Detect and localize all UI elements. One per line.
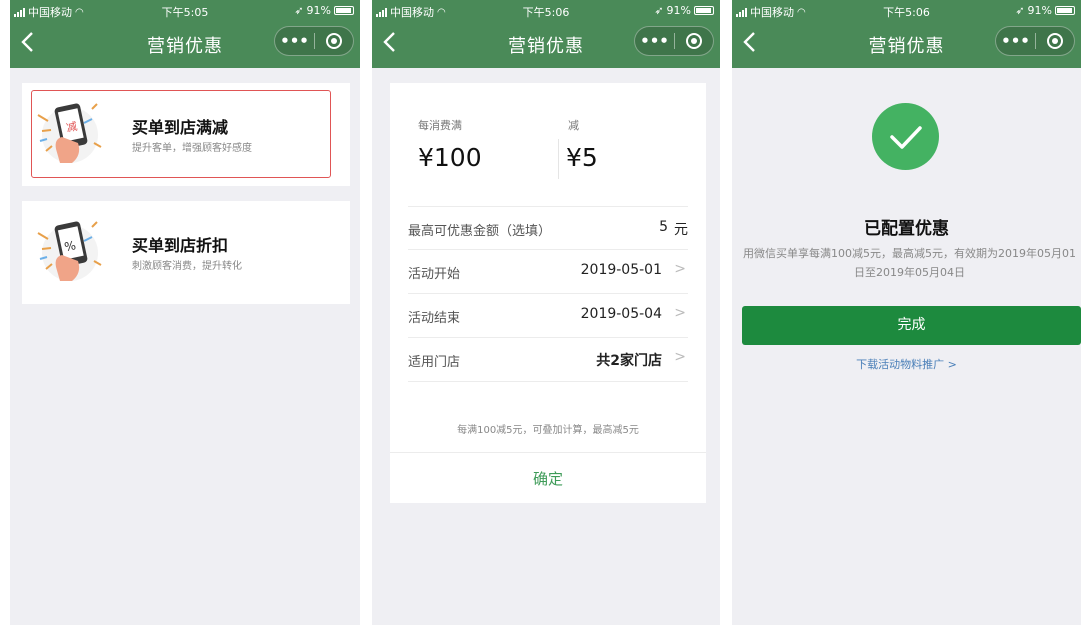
close-button[interactable] <box>675 33 713 49</box>
stores-value: 共2家门店 <box>596 353 662 369</box>
card-subtitle: 刺激顾客消费，提升转化 <box>132 261 242 272</box>
more-button[interactable]: ••• <box>635 27 674 55</box>
result-title: 已配置优惠 <box>864 219 949 239</box>
nav-bar: 营销优惠 ••• <box>372 22 720 68</box>
offer-summary: 每满100减5元，可叠加计算，最高减5元 <box>457 425 639 436</box>
checkmark-icon <box>890 126 922 149</box>
battery-icon <box>694 6 714 15</box>
battery-percent: 91% <box>666 4 691 17</box>
header: 中国移动 ◠ 下午5:06 ➶ 91% 营销优惠 ••• <box>372 0 720 68</box>
battery-icon <box>334 6 354 15</box>
card-title: 买单到店折扣 <box>132 236 229 255</box>
download-materials-link[interactable]: 下载活动物料推广 > <box>732 356 1081 372</box>
status-bar: 中国移动 ◠ 下午5:06 ➶ 91% <box>732 0 1081 22</box>
location-icon: ➶ <box>1015 4 1025 17</box>
close-button[interactable] <box>315 33 353 49</box>
record-icon <box>325 33 342 49</box>
row-label: 活动开始 <box>408 267 461 282</box>
phone-percent-icon: % <box>37 221 102 281</box>
screen-offer-configured: 中国移动 ◠ 下午5:06 ➶ 91% 营销优惠 ••• 已配置优惠 用微信买单… <box>732 0 1081 625</box>
battery-icon <box>1055 6 1075 15</box>
close-button[interactable] <box>1036 33 1074 49</box>
screen-configure-offer: 中国移动 ◠ 下午5:06 ➶ 91% 营销优惠 ••• 每消费满 ¥100 减… <box>372 0 720 625</box>
mini-program-capsule: ••• <box>634 26 714 56</box>
card-title: 买单到店满减 <box>132 118 229 137</box>
location-icon: ➶ <box>294 4 304 17</box>
more-button[interactable]: ••• <box>275 27 314 55</box>
row-label: 最高可优惠金额（选填） <box>408 224 552 239</box>
status-bar: 中国移动 ◠ 下午5:05 ➶ 91% <box>10 0 360 22</box>
activity-card-full-reduction[interactable]: 减 买单到店满减 提升客单，增强顾客好感度 <box>22 83 350 186</box>
row-label: 活动结束 <box>408 311 461 326</box>
status-bar: 中国移动 ◠ 下午5:06 ➶ 91% <box>372 0 720 22</box>
record-icon <box>685 33 702 49</box>
max-discount-input[interactable]: 5 <box>659 219 668 235</box>
end-date-row[interactable]: 活动结束 2019-05-04 > <box>408 294 688 338</box>
offer-form: 每消费满 ¥100 减 ¥5 最高可优惠金额（选填） 5 元 活动开始 2019… <box>390 83 706 503</box>
done-button[interactable]: 完成 <box>742 306 1081 345</box>
row-label: 适用门店 <box>408 355 461 370</box>
phone-discount-icon: 减 <box>37 103 102 163</box>
success-icon <box>872 103 939 170</box>
threshold-input[interactable]: ¥100 <box>418 143 482 172</box>
start-date-value: 2019-05-01 <box>580 262 662 278</box>
stores-row[interactable]: 适用门店 共2家门店 > <box>408 338 688 382</box>
battery-percent: 91% <box>1027 4 1052 17</box>
reduce-input[interactable]: ¥5 <box>566 143 598 172</box>
threshold-label: 每消费满 <box>418 119 462 132</box>
mini-program-capsule: ••• <box>274 26 354 56</box>
header: 中国移动 ◠ 下午5:05 ➶ 91% 营销优惠 ••• <box>10 0 360 68</box>
chevron-right-icon: > <box>674 349 686 365</box>
record-icon <box>1046 33 1063 49</box>
activity-card-discount[interactable]: % 买单到店折扣 刺激顾客消费，提升转化 <box>22 201 350 304</box>
header: 中国移动 ◠ 下午5:06 ➶ 91% 营销优惠 ••• <box>732 0 1081 68</box>
location-icon: ➶ <box>654 4 664 17</box>
card-subtitle: 提升客单，增强顾客好感度 <box>132 143 252 154</box>
end-date-value: 2019-05-04 <box>580 306 662 322</box>
start-date-row[interactable]: 活动开始 2019-05-01 > <box>408 250 688 294</box>
unit-label: 元 <box>674 222 688 238</box>
result-description: 用微信买单享每满100减5元，最高减5元，有效期为2019年05月01日至201… <box>743 247 1076 279</box>
chevron-right-icon: > <box>674 305 686 321</box>
screen-activity-type: 中国移动 ◠ 下午5:05 ➶ 91% 营销优惠 ••• 减 买单到店满减 提升… <box>10 0 360 625</box>
battery-percent: 91% <box>306 4 331 17</box>
nav-bar: 营销优惠 ••• <box>732 22 1081 68</box>
reduce-label: 减 <box>568 119 579 132</box>
confirm-button[interactable]: 确定 <box>390 468 706 489</box>
chevron-right-icon: > <box>674 261 686 277</box>
max-discount-row[interactable]: 最高可优惠金额（选填） 5 元 <box>408 206 688 250</box>
mini-program-capsule: ••• <box>995 26 1075 56</box>
more-button[interactable]: ••• <box>996 27 1035 55</box>
nav-bar: 营销优惠 ••• <box>10 22 360 68</box>
